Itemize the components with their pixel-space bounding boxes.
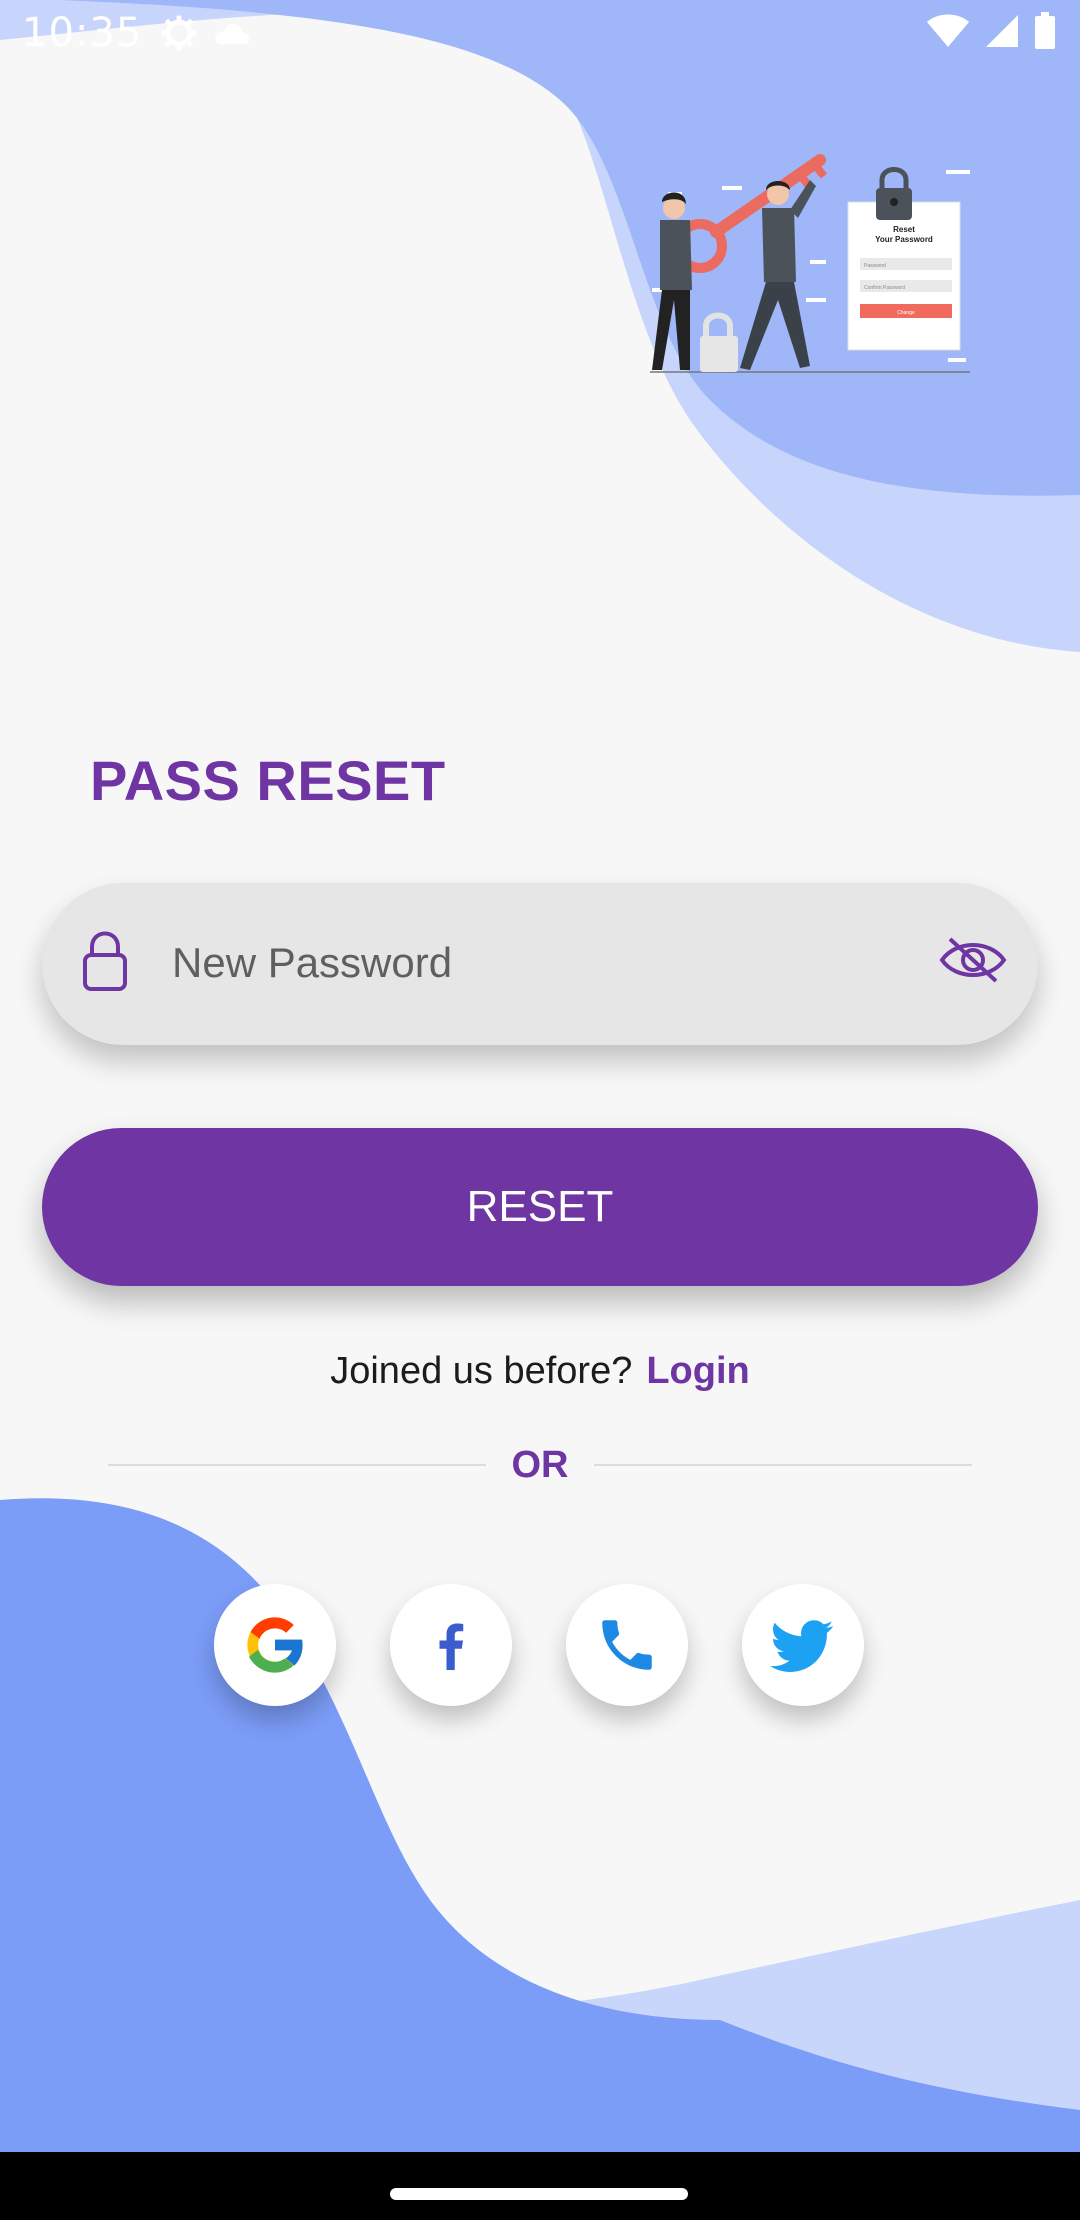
hero-card-title-2: Your Password — [875, 235, 933, 244]
phone-icon — [602, 1620, 652, 1670]
reset-password-illustration: Reset Your Password Password Confirm Pas… — [650, 154, 970, 373]
new-password-field[interactable] — [42, 883, 1038, 1045]
navigation-bar — [0, 2152, 1080, 2220]
eye-off-icon[interactable] — [938, 935, 1008, 985]
battery-icon — [1035, 12, 1055, 49]
social-login-row — [214, 1584, 866, 1708]
status-time: 10:35 — [22, 10, 143, 56]
status-bar: 10:35 — [0, 0, 1080, 66]
google-login-button[interactable] — [214, 1584, 336, 1706]
twitter-icon — [770, 1620, 834, 1672]
login-prompt-text: Joined us before? — [330, 1350, 633, 1392]
home-gesture-handle[interactable] — [390, 2188, 688, 2200]
phone-login-button[interactable] — [566, 1584, 688, 1706]
divider-line-right — [594, 1464, 972, 1466]
cloud-icon — [215, 23, 250, 44]
reset-button[interactable]: RESET — [42, 1128, 1038, 1286]
or-divider: OR — [108, 1440, 972, 1490]
lock-icon — [83, 931, 127, 991]
signal-icon — [986, 15, 1018, 47]
hero-card-field-2: Confirm Password — [864, 285, 905, 291]
wifi-icon — [927, 14, 969, 47]
twitter-login-button[interactable] — [742, 1584, 864, 1706]
hero-card-button: Change — [897, 310, 915, 316]
hero-card-title-1: Reset — [893, 225, 915, 234]
facebook-login-button[interactable] — [390, 1584, 512, 1706]
hero-card-field-1: Password — [864, 263, 886, 269]
page-title: PASS RESET — [90, 749, 446, 812]
login-link[interactable]: Login — [646, 1350, 749, 1392]
login-prompt: Joined us before? Login — [0, 1350, 1080, 1393]
facebook-icon — [439, 1623, 464, 1670]
gear-icon — [161, 15, 197, 51]
google-icon — [247, 1617, 305, 1673]
new-password-input[interactable] — [172, 923, 932, 1003]
